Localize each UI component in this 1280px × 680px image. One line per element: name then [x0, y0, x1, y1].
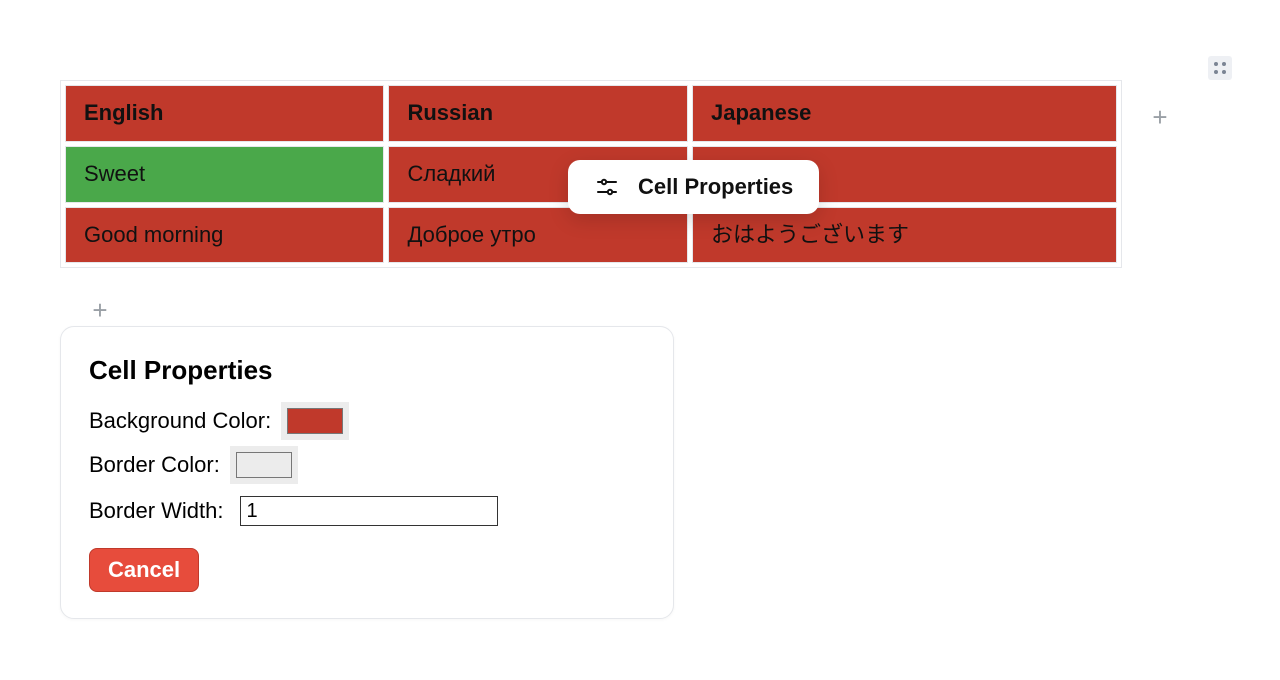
- cell-properties-panel: Cell Properties Background Color: Border…: [60, 326, 674, 619]
- plus-icon: +: [92, 295, 107, 326]
- column-header-japanese[interactable]: Japanese: [692, 85, 1117, 142]
- panel-title: Cell Properties: [89, 355, 645, 386]
- border-width-row: Border Width:: [89, 496, 645, 526]
- cell-russian[interactable]: Доброе утро: [388, 207, 688, 264]
- background-color-swatch[interactable]: [287, 408, 343, 434]
- border-color-row: Border Color:: [89, 452, 645, 478]
- cell-japanese[interactable]: おはようございます: [692, 207, 1117, 264]
- add-row-button[interactable]: +: [80, 290, 120, 330]
- cell-english[interactable]: Good morning: [65, 207, 384, 264]
- border-width-label: Border Width:: [89, 498, 224, 524]
- border-width-input[interactable]: [240, 496, 498, 526]
- table-row: Good morning Доброе утро おはようございます: [65, 207, 1117, 264]
- context-menu-label: Cell Properties: [638, 174, 793, 200]
- table-header-row: English Russian Japanese: [65, 85, 1117, 142]
- border-color-label: Border Color:: [89, 452, 220, 478]
- add-column-button[interactable]: +: [1140, 92, 1180, 142]
- cell-english[interactable]: Sweet: [65, 146, 384, 203]
- background-color-row: Background Color:: [89, 408, 645, 434]
- drag-handle[interactable]: [1208, 56, 1232, 80]
- border-color-swatch[interactable]: [236, 452, 292, 478]
- column-header-english[interactable]: English: [65, 85, 384, 142]
- cell-properties-context-menu[interactable]: Cell Properties: [568, 160, 819, 214]
- cancel-button[interactable]: Cancel: [89, 548, 199, 592]
- plus-icon: +: [1152, 102, 1167, 133]
- sliders-icon: [594, 174, 620, 200]
- background-color-label: Background Color:: [89, 408, 271, 434]
- drag-handle-icon: [1214, 62, 1226, 74]
- column-header-russian[interactable]: Russian: [388, 85, 688, 142]
